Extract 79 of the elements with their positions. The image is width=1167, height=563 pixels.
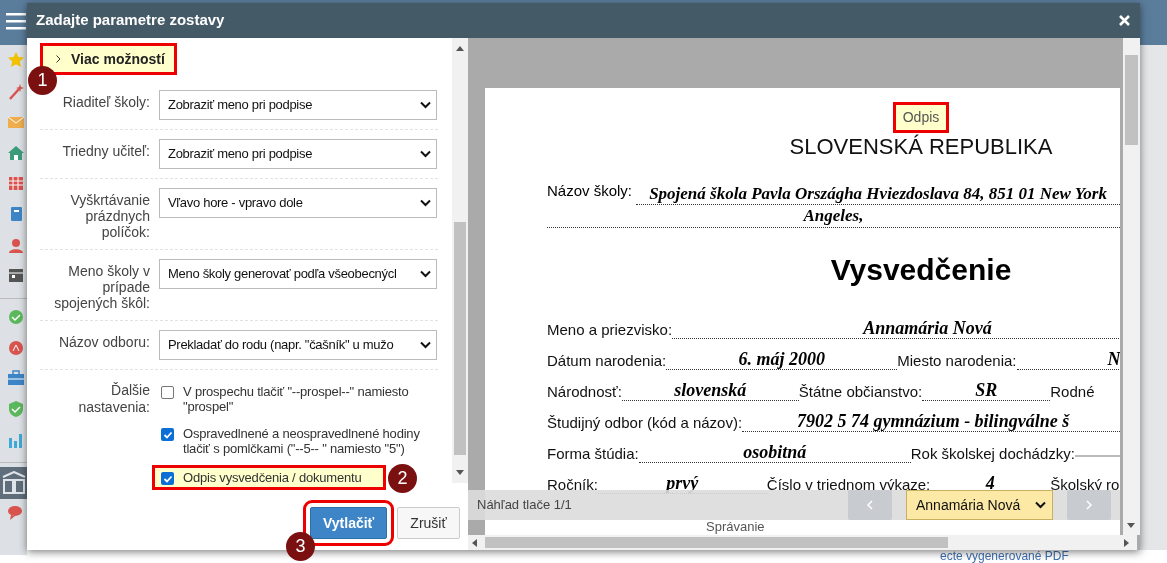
checkbox-option[interactable]: Ospravedlnené a neospravedlnené hodiny tlačiť s pomlčkami ("--5-- " namiesto "5") bbox=[155, 424, 438, 458]
scroll-down-icon[interactable] bbox=[456, 470, 464, 475]
link[interactable]: ecte vygenerované PDF bbox=[940, 550, 1069, 563]
field-label: Miesto narodenia: bbox=[897, 351, 1017, 370]
field-label: Dátum narodenia: bbox=[547, 351, 667, 370]
chevron-down-icon bbox=[420, 101, 431, 109]
field-label: Forma štúdia: bbox=[547, 444, 639, 463]
field-value: 6. máj 2000 bbox=[666, 348, 898, 370]
chevron-down-icon bbox=[1035, 501, 1046, 509]
copy-badge: Odpis bbox=[892, 102, 950, 133]
select-field[interactable]: Zobraziť meno pri podpise bbox=[159, 90, 437, 120]
checkbox-option[interactable]: V prospechu tlačiť "--prospel--" namiesto "prospel" bbox=[155, 382, 438, 416]
cancel-button[interactable]: Zrušiť bbox=[397, 507, 460, 539]
checkbox[interactable] bbox=[161, 386, 174, 399]
scrollbar-thumb[interactable] bbox=[1125, 55, 1138, 145]
field-label: Rok školskej dochádzky: bbox=[910, 444, 1075, 463]
select-field[interactable]: Meno školy generovať podľa všeobecnýcl bbox=[159, 259, 437, 289]
field-label: Ďalšie nastavenia: bbox=[77, 382, 150, 417]
checkbox-option[interactable]: Odpis vysvedčenia / dokumentu bbox=[155, 468, 383, 487]
bar-chart-icon[interactable] bbox=[8, 432, 24, 448]
field-value: Spojená škola Pavla Országha Hviezdoslava 84, 851 01 New York bbox=[636, 183, 1120, 205]
select-field[interactable]: Vľavo hore - vpravo dole bbox=[159, 188, 437, 218]
field-label: Národnosť: bbox=[547, 382, 622, 401]
wand-icon[interactable] bbox=[8, 84, 24, 100]
envelope-icon[interactable] bbox=[8, 114, 24, 130]
select-field[interactable]: Prekladať do rodu (napr. "čašník" u mužo bbox=[159, 330, 437, 360]
field-label: Triedny učiteľ: bbox=[61, 142, 150, 161]
field-label: Riaditeľ školy: bbox=[61, 93, 150, 112]
scrollbar-thumb[interactable] bbox=[485, 537, 948, 548]
page-indicator: Náhľad tlače 1/1 bbox=[477, 496, 573, 515]
checkbox[interactable] bbox=[161, 428, 174, 441]
student-select[interactable]: Annamária Nová bbox=[906, 490, 1053, 520]
chat-icon[interactable] bbox=[8, 505, 24, 521]
calendar-icon[interactable] bbox=[8, 267, 24, 283]
circle-icon[interactable] bbox=[8, 340, 24, 356]
chevron-right-icon bbox=[56, 55, 61, 63]
menu-icon[interactable] bbox=[6, 12, 26, 30]
scrollbar[interactable] bbox=[1123, 38, 1140, 535]
scroll-right-icon[interactable] bbox=[1124, 539, 1129, 547]
checkbox[interactable] bbox=[161, 472, 174, 485]
document-title: Vysvedčenie bbox=[830, 252, 1012, 286]
chevron-down-icon bbox=[420, 270, 431, 278]
field-label: Vyškrtávanie prázdnych políčok: bbox=[69, 191, 150, 240]
calendar-icon[interactable] bbox=[8, 175, 24, 191]
field-label: Meno školy v prípade spojených škôl: bbox=[53, 262, 150, 311]
scrollbar[interactable] bbox=[468, 535, 1137, 550]
chevron-down-icon bbox=[420, 150, 431, 158]
dialog-title: Zadajte parametre zostavy bbox=[36, 10, 225, 31]
close-icon[interactable] bbox=[1119, 15, 1130, 26]
field-value: osobitná bbox=[638, 441, 911, 463]
field-label: Rodné bbox=[1050, 382, 1095, 401]
scrollbar-thumb[interactable] bbox=[454, 222, 466, 455]
check-circle-icon[interactable] bbox=[8, 309, 24, 325]
chevron-left-icon bbox=[867, 500, 873, 510]
field-label: Štátne občianstvo: bbox=[798, 382, 923, 401]
country-heading: SLOVENSKÁ REPUBLIKA bbox=[789, 134, 1053, 160]
field-label: Názov odboru: bbox=[57, 333, 150, 352]
field-label: Ročník: bbox=[547, 475, 598, 494]
person-icon[interactable] bbox=[8, 237, 24, 253]
chevron-right-icon bbox=[1086, 500, 1092, 510]
scroll-left-icon[interactable] bbox=[472, 539, 477, 547]
field-value: slovenská bbox=[621, 379, 799, 401]
field-label: Školský ro bbox=[1050, 475, 1120, 494]
field-label: Študijný odbor (kód a názov): bbox=[547, 413, 743, 432]
field-value: SR bbox=[922, 379, 1051, 401]
scroll-down-icon[interactable] bbox=[1127, 523, 1135, 528]
table-cell: Správanie bbox=[706, 520, 765, 534]
scrollbar[interactable] bbox=[452, 38, 468, 483]
shield-icon[interactable] bbox=[8, 401, 24, 417]
select-field[interactable]: Zobraziť meno pri podpise bbox=[159, 139, 437, 169]
field-label: Meno a priezvisko: bbox=[547, 320, 673, 339]
star-icon[interactable] bbox=[8, 52, 24, 68]
chevron-down-icon bbox=[420, 341, 431, 349]
chevron-down-icon bbox=[420, 199, 431, 207]
field-value: Angeles, bbox=[547, 204, 1120, 228]
sidebar-active-item[interactable] bbox=[0, 467, 27, 499]
field-label: Názov školy: bbox=[547, 181, 634, 201]
house-icon[interactable] bbox=[8, 145, 24, 161]
briefcase-icon[interactable] bbox=[8, 370, 24, 386]
